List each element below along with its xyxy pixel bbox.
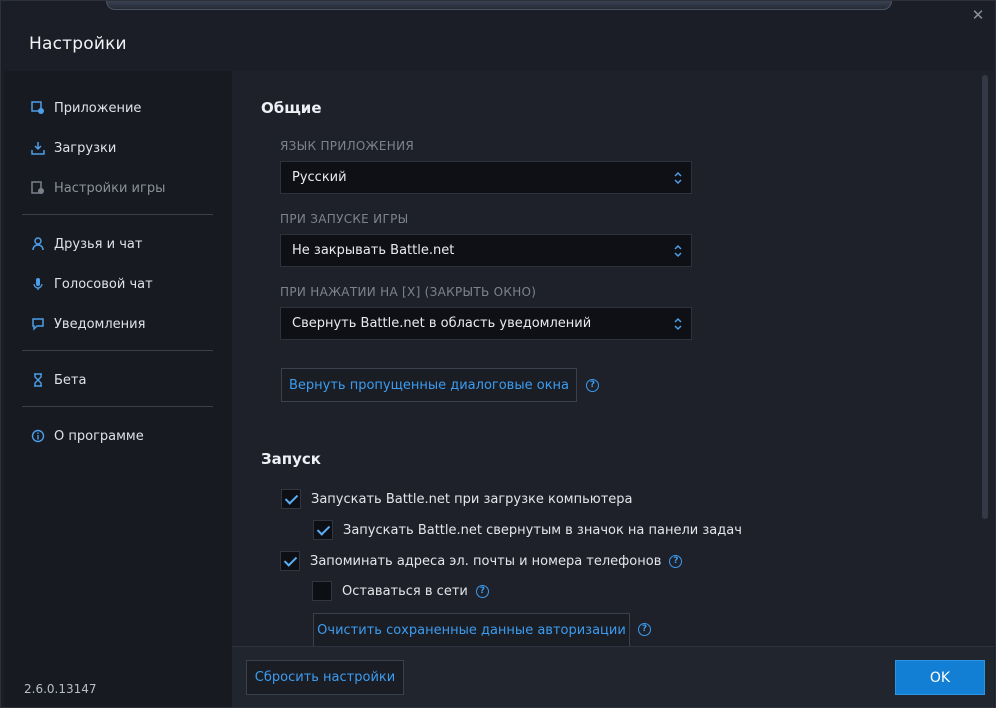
info-icon bbox=[30, 428, 46, 444]
download-icon bbox=[30, 140, 46, 156]
select-arrows-icon bbox=[674, 244, 682, 258]
on-close-select[interactable]: Свернуть Battle.net в область уведомлени… bbox=[280, 307, 692, 340]
select-arrows-icon bbox=[674, 171, 682, 185]
close-icon[interactable]: ✕ bbox=[969, 6, 987, 24]
game-settings-icon bbox=[30, 180, 46, 196]
section-title-launch: Запуск bbox=[261, 450, 321, 468]
help-icon[interactable]: ? bbox=[638, 623, 651, 636]
content-scrollbar[interactable] bbox=[982, 75, 988, 519]
section-title-general: Общие bbox=[261, 99, 322, 117]
sidebar-item-game-settings[interactable]: Настройки игры bbox=[30, 176, 165, 200]
checkbox-label: Запоминать адреса эл. почты и номера тел… bbox=[310, 553, 662, 569]
help-icon[interactable]: ? bbox=[475, 584, 489, 598]
sidebar-item-label: Уведомления bbox=[54, 316, 146, 332]
on-close-value: Свернуть Battle.net в область уведомлени… bbox=[292, 316, 592, 331]
help-icon[interactable]: ? bbox=[586, 379, 599, 392]
stay-online-checkbox[interactable] bbox=[312, 581, 332, 601]
checkbox-label: Запускать Battle.net при загрузке компью… bbox=[311, 491, 633, 507]
launch-minimized-option[interactable]: Запускать Battle.net свернутым в значок … bbox=[313, 520, 742, 540]
sidebar-item-label: Бета bbox=[54, 372, 87, 388]
title-bar-decoration bbox=[106, 1, 892, 10]
sidebar-divider bbox=[22, 214, 213, 215]
sidebar-item-label: О программе bbox=[54, 428, 144, 444]
language-label: ЯЗЫК ПРИЛОЖЕНИЯ bbox=[280, 139, 415, 153]
checkbox-label: Запускать Battle.net свернутым в значок … bbox=[343, 522, 742, 538]
settings-content: Общие ЯЗЫК ПРИЛОЖЕНИЯ Русский ПРИ ЗАПУСК… bbox=[232, 71, 994, 646]
sidebar-item-notifications[interactable]: Уведомления bbox=[30, 312, 145, 336]
on-game-launch-value: Не закрывать Battle.net bbox=[292, 243, 455, 258]
flask-icon bbox=[30, 372, 46, 388]
microphone-icon bbox=[30, 276, 46, 292]
ok-button[interactable]: OK bbox=[895, 660, 985, 695]
sidebar-item-label: Голосовой чат bbox=[54, 276, 153, 292]
sidebar-item-app[interactable]: Приложение bbox=[30, 96, 141, 120]
sidebar-item-label: Друзья и чат bbox=[54, 236, 143, 252]
sidebar: Приложение Загрузки Настройки игры Друзь… bbox=[4, 71, 232, 707]
notification-icon bbox=[30, 316, 46, 332]
sidebar-item-about[interactable]: О программе bbox=[30, 424, 144, 448]
checkbox-label: Оставаться в сети bbox=[342, 583, 468, 599]
sidebar-item-label: Настройки игры bbox=[54, 180, 166, 196]
stay-online-option[interactable]: Оставаться в сети ? bbox=[312, 581, 489, 601]
language-select[interactable]: Русский bbox=[280, 161, 692, 194]
help-icon[interactable]: ? bbox=[669, 554, 683, 568]
remember-accounts-checkbox[interactable] bbox=[280, 551, 300, 571]
select-arrows-icon bbox=[674, 317, 682, 331]
sidebar-divider bbox=[22, 350, 213, 351]
language-value: Русский bbox=[292, 170, 347, 185]
sidebar-item-voice-chat[interactable]: Голосовой чат bbox=[30, 272, 153, 296]
on-game-launch-select[interactable]: Не закрывать Battle.net bbox=[280, 234, 692, 267]
restore-dialogs-button[interactable]: Вернуть пропущенные диалоговые окна bbox=[281, 368, 577, 402]
version-label: 2.6.0.13147 bbox=[24, 682, 97, 696]
on-game-launch-label: ПРИ ЗАПУСКЕ ИГРЫ bbox=[280, 212, 409, 226]
launch-on-startup-checkbox[interactable] bbox=[281, 489, 301, 509]
friends-icon bbox=[30, 236, 46, 252]
sidebar-divider bbox=[22, 406, 213, 407]
sidebar-item-label: Загрузки bbox=[54, 140, 117, 156]
app-settings-icon bbox=[30, 100, 46, 116]
sidebar-item-label: Приложение bbox=[54, 100, 142, 116]
launch-minimized-checkbox[interactable] bbox=[313, 520, 333, 540]
settings-window: Настройки ✕ Приложение Загрузки Настройк… bbox=[0, 0, 996, 708]
on-close-label: ПРИ НАЖАТИИ НА [X] (ЗАКРЫТЬ ОКНО) bbox=[280, 285, 537, 299]
window-title: Настройки bbox=[29, 34, 127, 54]
footer-bar: Сбросить настройки OK bbox=[232, 646, 994, 707]
sidebar-item-friends-chat[interactable]: Друзья и чат bbox=[30, 232, 142, 256]
remember-accounts-option[interactable]: Запоминать адреса эл. почты и номера тел… bbox=[280, 551, 683, 571]
clear-auth-data-button[interactable]: Очистить сохраненные данные авторизации bbox=[313, 613, 630, 646]
launch-on-startup-option[interactable]: Запускать Battle.net при загрузке компью… bbox=[281, 489, 633, 509]
sidebar-item-beta[interactable]: Бета bbox=[30, 368, 86, 392]
reset-settings-button[interactable]: Сбросить настройки bbox=[246, 660, 404, 695]
sidebar-item-downloads[interactable]: Загрузки bbox=[30, 136, 116, 160]
